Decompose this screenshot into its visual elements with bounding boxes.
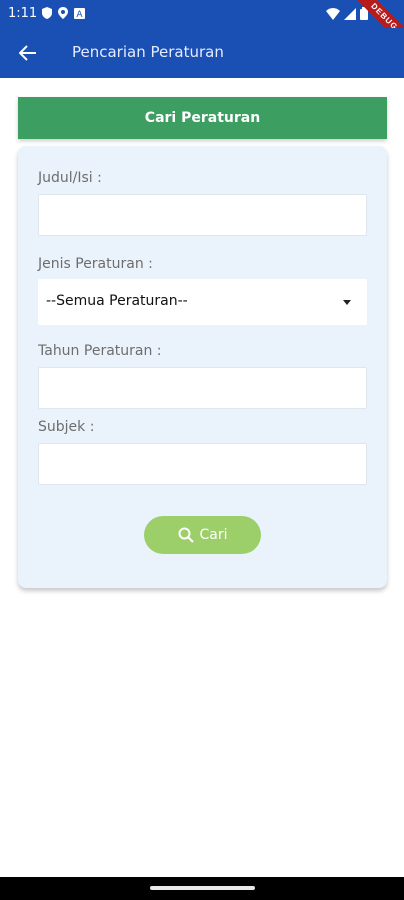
regulation-type-label: Jenis Peraturan : [38, 256, 153, 272]
status-time: 1:11 [8, 6, 38, 21]
back-button[interactable] [14, 40, 42, 66]
system-nav-bar [0, 877, 404, 900]
search-icon [178, 527, 194, 543]
search-button[interactable]: Cari [144, 516, 261, 554]
app-bar: Pencarian Peraturan [0, 28, 404, 78]
wifi-icon [326, 7, 340, 20]
dropdown-arrow-icon [343, 300, 351, 305]
page-title: Pencarian Peraturan [72, 43, 224, 61]
signal-icon [344, 7, 356, 20]
subject-input[interactable] [38, 443, 367, 485]
regulation-year-input[interactable] [38, 367, 367, 409]
regulation-type-selected: --Semua Peraturan-- [46, 293, 188, 309]
regulation-type-select[interactable]: --Semua Peraturan-- [38, 279, 367, 325]
font-app-icon: A [74, 7, 85, 19]
location-pin-icon [58, 7, 68, 19]
home-gesture-handle[interactable] [150, 886, 255, 890]
card-header: Cari Peraturan [18, 97, 387, 139]
regulation-year-label: Tahun Peraturan : [38, 343, 162, 359]
status-notification-icons: A [42, 7, 85, 19]
svg-text:A: A [76, 10, 83, 19]
subject-label: Subjek : [38, 419, 95, 435]
title-content-input[interactable] [38, 194, 367, 236]
arrow-back-icon [19, 45, 36, 61]
status-bar: 1:11 A DEBUG [0, 0, 404, 51]
shield-icon [42, 7, 52, 19]
search-button-label: Cari [199, 527, 228, 543]
title-content-label: Judul/Isi : [38, 170, 102, 186]
status-system-icons [326, 7, 368, 20]
